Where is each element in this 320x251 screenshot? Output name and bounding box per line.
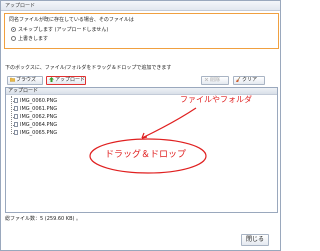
file-name: IMG_0065.PNG bbox=[20, 130, 58, 136]
upload-arrow-icon bbox=[49, 77, 54, 82]
file-name: IMG_0061.PNG bbox=[20, 106, 58, 112]
file-icon bbox=[14, 114, 18, 119]
upload-button-label: アップロード bbox=[55, 77, 86, 83]
overwrite-options-panel: 同名ファイルが既に存在している場合、そのファイルは スキップします (アップロー… bbox=[4, 13, 279, 49]
clear-button[interactable]: クリア bbox=[233, 76, 265, 85]
file-icon bbox=[14, 122, 18, 127]
list-header: アップロード bbox=[6, 88, 277, 95]
delete-button[interactable]: 削除 bbox=[201, 76, 229, 85]
status-text: 総ファイル数：5 (259.60 KB) 。 bbox=[5, 216, 82, 222]
file-list-item[interactable]: IMG_0064.PNG bbox=[14, 122, 57, 129]
file-list-item[interactable]: IMG_0060.PNG bbox=[14, 98, 57, 105]
broom-icon bbox=[236, 77, 241, 82]
file-icon bbox=[14, 130, 18, 135]
radio-overwrite[interactable]: 上書きします bbox=[11, 36, 48, 43]
upload-dialog: アップロード 同名ファイルが既に存在している場合、そのファイルは スキップします… bbox=[0, 0, 281, 251]
overwrite-question: 同名ファイルが既に存在している場合、そのファイルは bbox=[9, 17, 134, 23]
file-name: IMG_0062.PNG bbox=[20, 114, 58, 120]
browse-button[interactable]: ブラウズ bbox=[7, 76, 43, 85]
file-list-item[interactable]: IMG_0062.PNG bbox=[14, 114, 57, 121]
delete-button-label: 削除 bbox=[210, 77, 221, 83]
folder-icon bbox=[10, 77, 15, 82]
upload-drop-area[interactable]: アップロード IMG_0060.PNG IMG_0061.PNG IMG_006… bbox=[5, 87, 278, 213]
file-name: IMG_0060.PNG bbox=[20, 98, 58, 104]
radio-skip-label: スキップします (アップロードしません) bbox=[18, 27, 109, 33]
file-list-item[interactable]: IMG_0065.PNG bbox=[14, 130, 57, 137]
radio-overwrite-indicator[interactable] bbox=[11, 36, 16, 41]
delete-icon bbox=[204, 77, 209, 82]
drop-instruction: 下のボックスに、ファイル/フォルダをドラッグ＆ドロップで追加できます bbox=[5, 65, 172, 71]
radio-skip[interactable]: スキップします (アップロードしません) bbox=[11, 27, 108, 34]
radio-overwrite-label: 上書きします bbox=[18, 36, 49, 42]
browse-button-label: ブラウズ bbox=[16, 77, 37, 83]
clear-button-label: クリア bbox=[242, 77, 258, 83]
file-icon bbox=[14, 106, 18, 111]
upload-button[interactable]: アップロード bbox=[46, 76, 86, 85]
close-button[interactable]: 閉じる bbox=[241, 234, 269, 246]
file-icon bbox=[14, 98, 18, 103]
dialog-title: アップロード bbox=[1, 1, 280, 11]
radio-skip-indicator[interactable] bbox=[11, 27, 16, 32]
file-name: IMG_0064.PNG bbox=[20, 122, 58, 128]
file-list-item[interactable]: IMG_0061.PNG bbox=[14, 106, 57, 113]
